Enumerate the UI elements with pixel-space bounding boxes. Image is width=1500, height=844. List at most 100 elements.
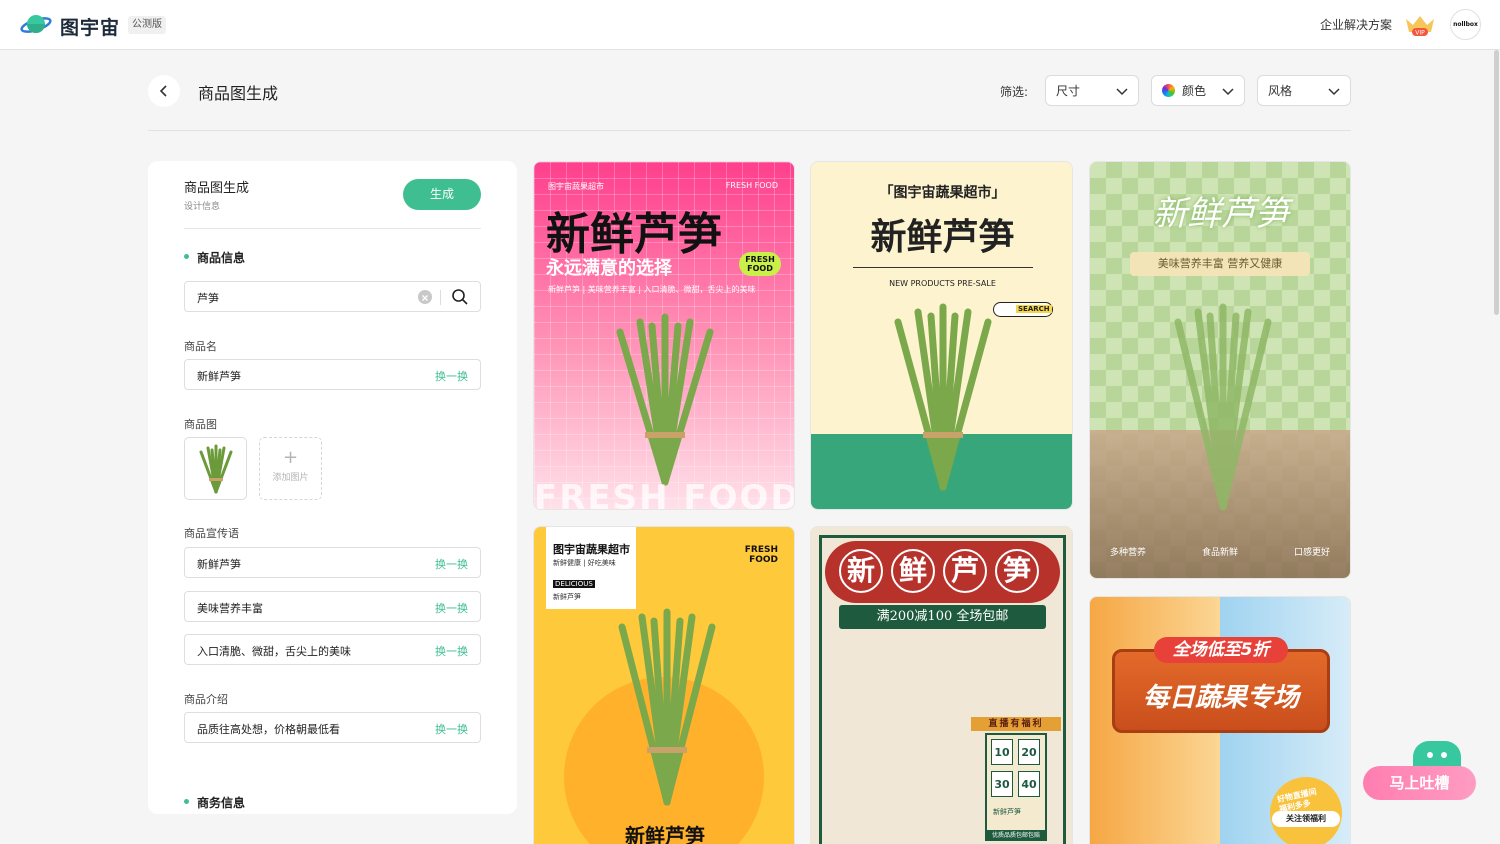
card-store-name: 图宇宙蔬果超市 [548,182,604,191]
coupon-footer: 优质品质包邮包赔 [987,830,1045,839]
vip-badge-text: VIP [1415,30,1425,37]
slogan-value: 入口清脆、微甜，舌尖上的美味 [197,645,351,658]
coupon-value: 40 [1018,771,1040,797]
slogan-field-2[interactable]: 美味营养丰富 换一换 [184,591,481,622]
intro-label: 商品介绍 [184,693,228,706]
planet-logo-icon[interactable] [20,12,52,38]
slogan-field-3[interactable]: 入口清脆、微甜，舌尖上的美味 换一换 [184,634,481,665]
live-banner: 直播有福利 [971,717,1061,731]
size-dropdown-label: 尺寸 [1056,84,1081,98]
card-store-name: 「图宇宙蔬果超市」 [879,185,1006,201]
title-char: 笋 [995,549,1039,593]
product-info-heading: 商品信息 [184,249,245,266]
page-scrollbar[interactable] [1494,50,1499,315]
template-card-checker[interactable]: 新鲜芦笋 美味营养丰富 营养又健康 多种营养 食品新鲜 口感更好 [1089,161,1351,579]
asparagus-image [616,313,714,486]
coupon-value: 10 [991,739,1013,765]
slogan-label: 商品宣传语 [184,527,239,540]
follow-button[interactable]: 关注领福利 [1272,811,1340,827]
design-form-panel: 商品图生成 设计信息 生成 商品信息 芦笋 商品名 新鲜芦笋 换一换 商品图 +… [148,161,517,814]
search-icon[interactable] [451,288,469,306]
size-dropdown[interactable]: 尺寸 [1045,75,1139,106]
top-bar: 图宇宙 公测版 企业解决方案 VIP nollbox [0,0,1500,50]
slogan-value: 新鲜芦笋 [197,558,241,571]
enterprise-solutions-link[interactable]: 企业解决方案 [1320,16,1392,33]
sale-main-title: 每日蔬果专场 [1142,683,1299,713]
brand-name[interactable]: 图宇宙 [60,13,120,40]
beta-badge: 公测版 [128,16,166,34]
title-divider [853,267,1033,268]
promo-banner: 满200减100 全场包邮 [839,605,1046,629]
corner-line-1: FRESH [744,545,778,555]
header-divider [148,130,1351,131]
back-button[interactable] [148,75,180,107]
feature-label: 多种营养 [1110,548,1147,558]
product-image-label: 商品图 [184,418,217,431]
page-title: 商品图生成 [198,84,279,103]
panel-divider [184,228,481,229]
feature-label: 食品新鲜 [1202,548,1239,558]
title-char: 鲜 [891,549,935,593]
feedback-button[interactable]: 马上吐槽 [1363,766,1476,800]
chevron-down-icon [1116,88,1128,96]
store-item: 新鲜芦笋 [553,593,581,601]
card-slogan: 永远满意的选择 [546,258,672,279]
template-card-yellow[interactable]: 图宇宙蔬果超市 新鲜健康 | 好吃美味 DELICIOUS 新鲜芦笋 FRESH… [533,526,795,844]
style-dropdown-label: 风格 [1268,84,1293,98]
template-card-retro[interactable]: 新 鲜 芦 笋 满200减100 全场包邮 直播有福利 10 20 30 40 … [810,526,1073,844]
product-name-value: 新鲜芦笋 [197,370,241,383]
clear-icon[interactable] [418,290,432,304]
generate-button[interactable]: 生成 [403,179,481,210]
card-title: 新鲜芦笋 [546,209,722,260]
slogan-field-1[interactable]: 新鲜芦笋 换一换 [184,547,481,578]
swap-button[interactable]: 换一换 [435,600,468,616]
product-name-label: 商品名 [184,340,217,353]
vip-crown-icon[interactable]: VIP [1404,13,1436,37]
slogan-value: 美味营养丰富 [197,602,263,615]
user-avatar[interactable]: nollbox [1450,9,1481,40]
add-image-button[interactable]: + 添加图片 [259,437,322,500]
business-info-heading: 商务信息 [184,794,245,811]
color-dropdown-label: 颜色 [1182,84,1207,98]
title-char: 新 [839,549,883,593]
color-dropdown[interactable]: 颜色 [1151,75,1245,106]
template-card-pink[interactable]: 图宇宙蔬果超市 FRESH FOOD 新鲜芦笋 永远满意的选择 FRESH FO… [533,161,795,510]
swap-button[interactable]: 换一换 [435,721,468,737]
style-dropdown[interactable]: 风格 [1257,75,1351,106]
watermark-text: FRESH FOOD [534,478,795,510]
title-char: 芦 [943,549,987,593]
corner-line-2: FOOD [749,555,778,565]
product-name-field[interactable]: 新鲜芦笋 换一换 [184,359,481,390]
plus-icon: + [282,447,299,468]
chevron-down-icon [1328,88,1340,96]
asparagus-image [618,608,716,806]
asparagus-image [894,303,992,491]
store-tagline: 新鲜健康 | 好吃美味 [553,559,616,567]
input-separator [440,290,441,305]
template-card-cream[interactable]: 「图宇宙蔬果超市」 新鲜芦笋 NEW PRODUCTS PRE-SALE SEA… [810,161,1073,510]
coupon-value: 20 [1018,739,1040,765]
swap-button[interactable]: 换一换 [435,368,468,384]
delicious-tag: DELICIOUS [553,580,595,588]
badge-line-1: FRESH [745,255,775,264]
product-search-input[interactable]: 芦笋 [184,281,481,312]
search-input-value: 芦笋 [197,292,219,305]
intro-field[interactable]: 品质往高处想，价格朝最低看 换一换 [184,712,481,743]
fresh-food-badge: FRESH FOOD [739,252,781,276]
card-desc: 新鲜芦笋 | 美味营养丰富 | 入口清脆、微甜，舌尖上的美味 [548,285,756,294]
card-subtitle: NEW PRODUCTS PRE-SALE [889,279,996,288]
fresh-food-tag: FRESH FOOD [745,545,778,565]
swap-button[interactable]: 换一换 [435,643,468,659]
product-image-thumbnail[interactable] [184,437,247,500]
asparagus-thumbnail-image [199,444,233,494]
card-ribbon: 美味营养丰富 营养又健康 [1130,252,1310,276]
panel-title: 商品图生成 [184,181,250,196]
swap-button[interactable]: 换一换 [435,556,468,572]
filter-label: 筛选: [1000,85,1029,99]
add-image-label: 添加图片 [272,473,309,483]
sale-top-banner: 全场低至5折 [1154,637,1288,663]
card-tag: FRESH FOOD [725,181,778,190]
template-card-sale[interactable]: 全场低至5折 每日蔬果专场 好物直播间 福利多多 关注领福利 [1089,596,1351,844]
coupon-value: 30 [991,771,1013,797]
badge-line-2: FOOD [747,264,773,273]
